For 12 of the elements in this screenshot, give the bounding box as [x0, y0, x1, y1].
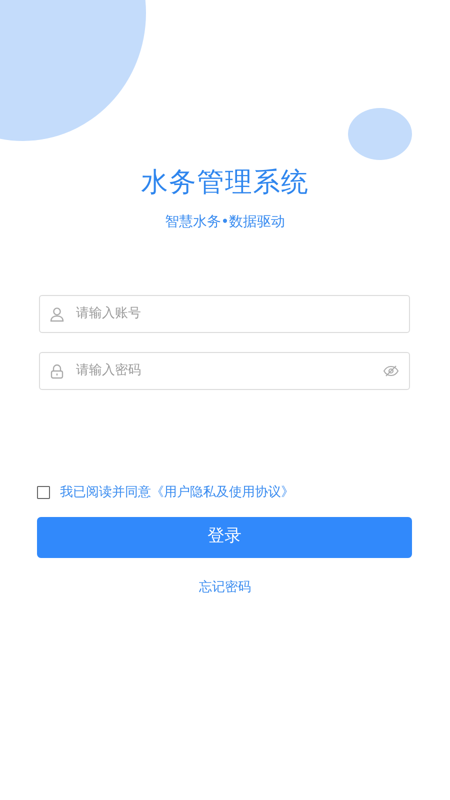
- account-field[interactable]: 请输入账号: [74, 303, 399, 325]
- password-field[interactable]: 请输入密码: [74, 360, 373, 382]
- forgot-password-link[interactable]: 忘记密码: [199, 580, 251, 594]
- input-field[interactable]: 请输入账号: [39, 295, 410, 333]
- lock-icon: [50, 364, 64, 378]
- input-field[interactable]: 请输入密码: [39, 352, 410, 390]
- user-icon: [50, 306, 64, 322]
- app-title: 水务管理系统: [140, 166, 310, 200]
- login-button[interactable]: 登录: [37, 516, 412, 558]
- checkbox[interactable]: [37, 486, 50, 500]
- agreement-link[interactable]: 我已阅读并同意《用户隐私及使用协议》: [60, 483, 294, 502]
- app-subtitle: 智慧水务•数据驱动: [164, 213, 286, 232]
